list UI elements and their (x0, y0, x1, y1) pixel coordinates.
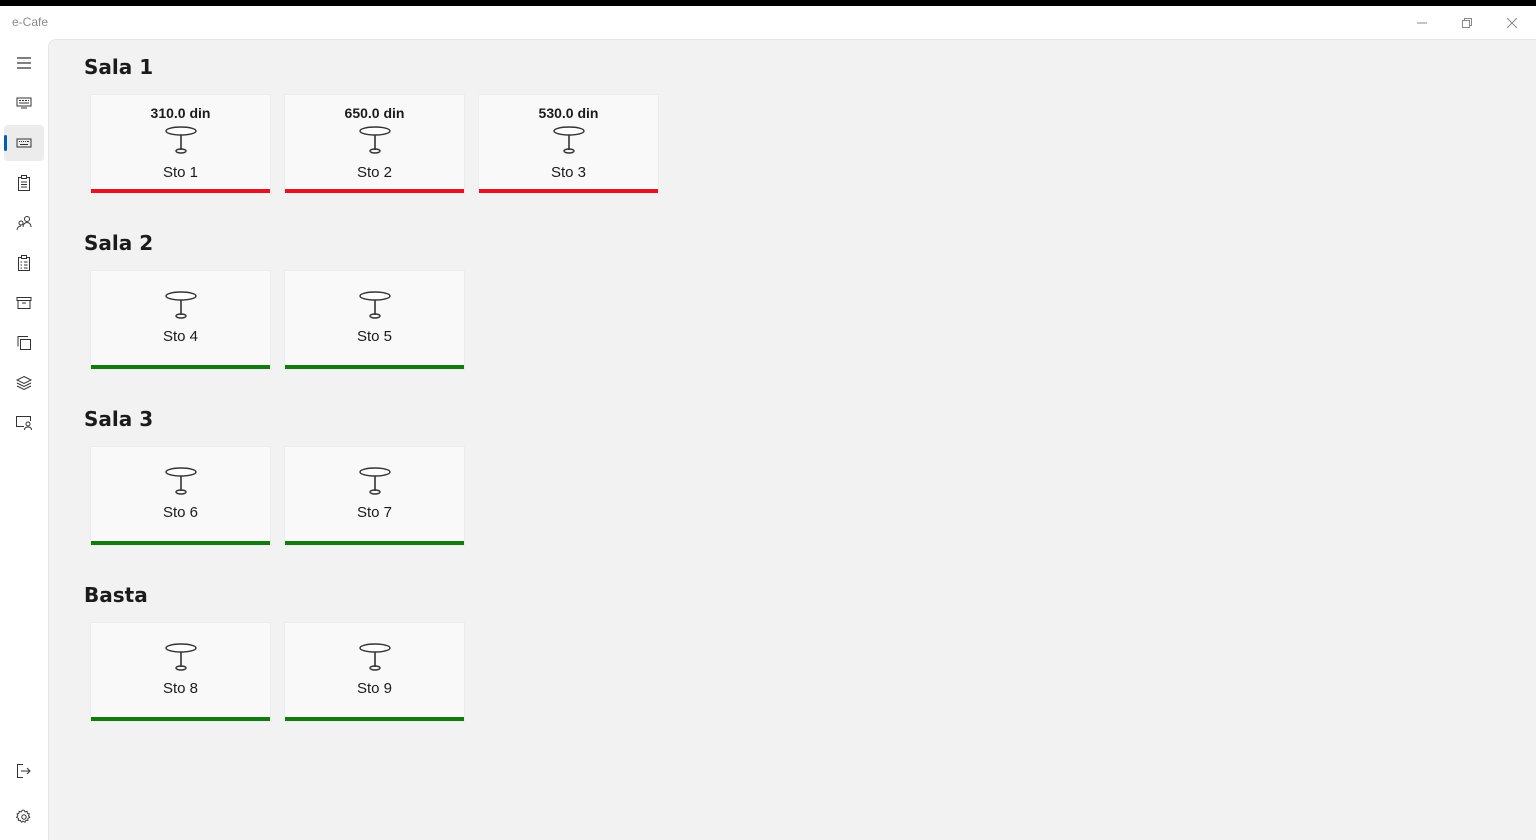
table-tile-sto-7[interactable]: Sto 7 (284, 446, 465, 546)
app-title: e-Cafe (12, 15, 49, 29)
status-bar-free (91, 541, 270, 545)
nav-item-checklist[interactable] (4, 245, 44, 281)
table-name: Sto 5 (356, 328, 393, 345)
nav-item-copy[interactable] (4, 325, 44, 361)
status-bar-occupied (91, 189, 270, 193)
nav-item-users[interactable] (4, 205, 44, 241)
monitor-user-icon (16, 416, 32, 431)
table-icon (358, 643, 391, 671)
table-icon (358, 467, 391, 495)
table-price: 530.0 din (538, 105, 599, 121)
status-bar-free (285, 717, 464, 721)
section-sala-3: Sala 3 Sto 6 Sto 7 (84, 406, 465, 546)
nav-item-layers[interactable] (4, 365, 44, 401)
section-sala-2: Sala 2 Sto 4 Sto 5 (84, 230, 465, 370)
main-content: Sala 1 310.0 din Sto 1 650.0 din Sto 2 5… (48, 39, 1536, 840)
status-bar-free (91, 717, 270, 721)
clipboard-icon (18, 175, 30, 191)
close-icon (1507, 17, 1517, 28)
table-name: Sto 4 (162, 328, 199, 345)
status-bar-free (285, 365, 464, 369)
table-name: Sto 8 (162, 680, 199, 697)
title-bar[interactable]: e-Cafe (0, 6, 1536, 39)
tables-row: Sto 6 Sto 7 (84, 446, 465, 546)
section-title: Sala 1 (84, 55, 154, 79)
close-button[interactable] (1489, 6, 1535, 39)
status-bar-free (91, 365, 270, 369)
table-name: Sto 7 (356, 504, 393, 521)
restore-icon (1462, 17, 1472, 28)
logout-icon (17, 764, 31, 778)
table-icon (164, 467, 197, 495)
table-icon (164, 126, 197, 154)
status-bar-occupied (285, 189, 464, 193)
archive-icon (16, 297, 32, 309)
minimize-icon (1417, 22, 1427, 23)
table-icon (358, 291, 391, 319)
nav-item-orders[interactable] (4, 165, 44, 201)
table-icon (358, 126, 391, 154)
table-tile-sto-8[interactable]: Sto 8 (90, 622, 271, 722)
nav-item-logout[interactable] (4, 753, 44, 789)
users-icon (16, 216, 32, 231)
table-name: Sto 9 (356, 680, 393, 697)
table-tile-sto-2[interactable]: 650.0 din Sto 2 (284, 94, 465, 194)
nav-item-tables[interactable] (4, 125, 44, 161)
layers-icon (16, 375, 32, 391)
register-icon (16, 97, 32, 109)
copy-icon (17, 336, 31, 350)
minimize-button[interactable] (1399, 6, 1445, 39)
nav-menu-button[interactable] (4, 45, 44, 81)
nav-item-monitor-user[interactable] (4, 405, 44, 441)
navigation-pane (0, 39, 48, 840)
table-tile-sto-9[interactable]: Sto 9 (284, 622, 465, 722)
section-basta: Basta Sto 8 Sto 9 (84, 582, 465, 722)
table-tile-sto-6[interactable]: Sto 6 (90, 446, 271, 546)
tables-row: Sto 4 Sto 5 (84, 270, 465, 370)
section-title: Sala 2 (84, 231, 154, 255)
section-title: Basta (84, 583, 148, 607)
nav-item-settings[interactable] (4, 799, 44, 835)
table-price: 310.0 din (150, 105, 211, 121)
checklist-icon (18, 255, 30, 271)
tables-row: 310.0 din Sto 1 650.0 din Sto 2 530.0 di… (84, 94, 659, 194)
table-price: 650.0 din (344, 105, 405, 121)
table-tile-sto-3[interactable]: 530.0 din Sto 3 (478, 94, 659, 194)
table-tile-sto-4[interactable]: Sto 4 (90, 270, 271, 370)
table-icon (552, 126, 585, 154)
table-icon (164, 291, 197, 319)
table-tile-sto-1[interactable]: 310.0 din Sto 1 (90, 94, 271, 194)
maximize-button[interactable] (1444, 6, 1490, 39)
table-name: Sto 2 (356, 164, 393, 181)
table-name: Sto 6 (162, 504, 199, 521)
table-tile-sto-5[interactable]: Sto 5 (284, 270, 465, 370)
table-icon (164, 643, 197, 671)
settings-icon (16, 809, 31, 823)
table-name: Sto 3 (550, 164, 587, 181)
nav-item-archive[interactable] (4, 285, 44, 321)
nav-item-register[interactable] (4, 85, 44, 121)
status-bar-free (285, 541, 464, 545)
active-indicator (4, 135, 7, 151)
table-name: Sto 1 (162, 164, 199, 181)
section-sala-1: Sala 1 310.0 din Sto 1 650.0 din Sto 2 5… (84, 54, 659, 194)
keyboard-icon (16, 138, 32, 148)
tables-row: Sto 8 Sto 9 (84, 622, 465, 722)
status-bar-occupied (479, 189, 658, 193)
menu-hamburger-icon (17, 57, 31, 69)
section-title: Sala 3 (84, 407, 154, 431)
